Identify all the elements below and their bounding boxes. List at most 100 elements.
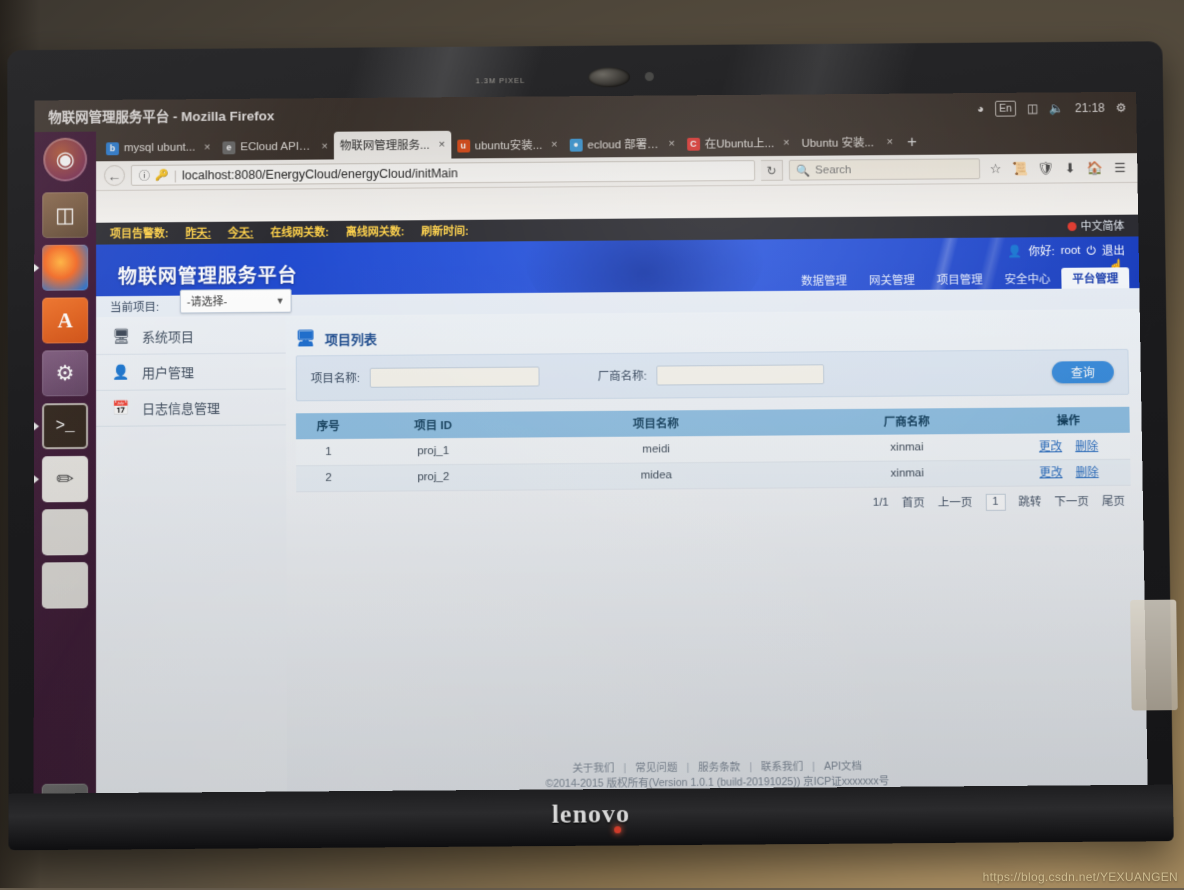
project-select-value: -请选择- [186, 296, 228, 309]
pagination: 1/1 首页 上一页 1 跳转 下一页 尾页 [296, 485, 1131, 516]
browser-tab-active[interactable]: 物联网管理服务... × [333, 130, 451, 160]
bookmark-star-icon[interactable]: ☆ [986, 159, 1005, 178]
library-icon[interactable]: 📜 [1011, 159, 1030, 178]
browser-tab[interactable]: ● ecloud 部署 -... × [563, 131, 681, 158]
menu-icon[interactable]: ☰ [1110, 158, 1129, 177]
alert-offline-gateways-label: 离线网关数: [345, 226, 405, 239]
nav-item-data-management[interactable]: 数据管理 [790, 269, 858, 290]
terminal-icon[interactable]: >_ [34, 402, 89, 450]
gear-icon[interactable]: ⚙ [1116, 101, 1127, 115]
first-page-button[interactable]: 首页 [902, 494, 925, 510]
browser-tab[interactable]: b mysql ubunt... × [100, 135, 216, 162]
logout-link[interactable]: 退出 [1102, 243, 1125, 259]
file-window-2-icon[interactable] [41, 562, 89, 609]
cell-operation: 更改 删除 [1007, 458, 1131, 486]
browser-tab[interactable]: Ubuntu 安装... × [795, 129, 899, 156]
query-button[interactable]: 查询 [1051, 361, 1114, 384]
last-page-button[interactable]: 尾页 [1102, 493, 1125, 509]
tab-favicon-icon: C [686, 137, 700, 151]
browser-tab[interactable]: u ubuntu安装... × [451, 132, 564, 159]
system-tools-icon[interactable]: ⚙ [42, 350, 89, 397]
greeting-label: 你好: [1028, 246, 1055, 259]
project-table: 序号 项目 ID 项目名称 厂商名称 操作 1 proj_1 meidi xin… [295, 406, 1131, 492]
tab-label: ecloud 部署 -... [587, 139, 660, 152]
user-box: 👤 你好: root ⏻ 退出 [1008, 243, 1125, 260]
amazon-icon[interactable]: A [42, 297, 89, 344]
reload-icon[interactable]: ↻ [760, 159, 784, 181]
username-label: root [1060, 244, 1081, 257]
jump-button[interactable]: 跳转 [1018, 493, 1041, 509]
footer-link-contact[interactable]: 联系我们 [761, 761, 803, 773]
footer-link-about[interactable]: 关于我们 [572, 762, 614, 774]
clock[interactable]: 21:18 [1075, 101, 1105, 115]
column-header-seq: 序号 [295, 412, 361, 440]
language-switcher[interactable]: 中文简体 [1067, 218, 1124, 234]
tab-favicon-icon: e [222, 140, 236, 154]
sidebar-item-user-management[interactable]: 👤 用户管理 [96, 353, 286, 391]
nav-item-platform-management[interactable]: 平台管理 [1061, 267, 1130, 289]
firefox-icon[interactable] [34, 244, 89, 291]
nav-item-security-center[interactable]: 安全中心 [993, 268, 1061, 289]
key-icon[interactable]: 🔑 [155, 166, 169, 185]
sidebar-item-label: 日志信息管理 [142, 400, 220, 417]
tab-close-icon[interactable]: × [665, 138, 676, 150]
delete-link[interactable]: 删除 [1076, 467, 1099, 479]
ubuntu-dash-icon[interactable]: ◉ [43, 137, 88, 182]
search-form: 项目名称: 厂商名称: 查询 [295, 348, 1130, 402]
browser-tab[interactable]: C 在Ubuntu上... × [681, 130, 796, 157]
footer-separator: | [812, 760, 816, 773]
edit-link[interactable]: 更改 [1039, 467, 1062, 479]
info-icon[interactable]: ⓘ [138, 166, 151, 185]
footer-separator: | [686, 761, 690, 774]
tab-close-icon[interactable]: × [547, 139, 557, 151]
tab-close-icon[interactable]: × [883, 136, 894, 148]
vendor-name-input[interactable] [656, 364, 825, 386]
window-title: 物联网管理服务平台 - Mozilla Firefox [48, 108, 275, 126]
column-header-vendor-name: 厂商名称 [806, 407, 1008, 436]
alert-today-label[interactable]: 今天: [228, 225, 254, 241]
back-icon[interactable]: ← [104, 165, 125, 187]
sidebar-item-system-project[interactable]: 🖥 系统项目 [96, 317, 286, 356]
edit-link[interactable]: 更改 [1039, 441, 1062, 453]
tab-close-icon[interactable]: × [200, 142, 210, 154]
download-icon[interactable]: ⬇ [1061, 159, 1080, 178]
power-icon[interactable]: ⏻ [1086, 243, 1096, 258]
footer-link-api-docs[interactable]: API文档 [824, 760, 862, 772]
new-tab-button[interactable]: + [899, 132, 925, 155]
cell-vendor: xinmai [806, 459, 1008, 488]
wifi-icon[interactable]: ◕ [977, 102, 984, 116]
nav-item-project-management[interactable]: 项目管理 [926, 268, 994, 289]
sidebar-item-log-management[interactable]: 📅 日志信息管理 [96, 389, 286, 427]
tab-close-icon[interactable]: × [779, 137, 790, 149]
cell-project-name: meidi [505, 435, 807, 464]
footer-link-faq[interactable]: 常见问题 [635, 762, 677, 774]
prev-page-button[interactable]: 上一页 [938, 494, 973, 510]
footer-link-terms[interactable]: 服务条款 [698, 761, 740, 773]
footer-separator: | [749, 761, 753, 774]
alert-yesterday-label[interactable]: 昨天: [185, 225, 211, 241]
home-icon[interactable]: 🏠 [1085, 158, 1104, 177]
column-header-operation: 操作 [1006, 406, 1130, 434]
keyboard-layout-indicator[interactable]: En [995, 100, 1017, 117]
browser-tab[interactable]: e ECloud API play... × [216, 134, 333, 161]
page-number-input[interactable]: 1 [985, 493, 1006, 511]
search-input[interactable] [815, 162, 974, 176]
project-name-input[interactable] [369, 366, 540, 388]
volume-icon[interactable]: 🔈 [1049, 101, 1064, 115]
battery-icon[interactable]: ◫ [1027, 101, 1038, 115]
laptop-screen: 物联网管理服务平台 - Mozilla Firefox ◕ En ◫ 🔈 21:… [33, 91, 1149, 841]
search-bar[interactable]: 🔍 [788, 158, 981, 181]
project-select[interactable]: -请选择- ▼ [179, 288, 292, 314]
cell-seq: 2 [296, 464, 361, 492]
files-icon[interactable]: ◫ [42, 192, 89, 239]
next-page-button[interactable]: 下一页 [1054, 493, 1089, 509]
cell-vendor: xinmai [806, 433, 1008, 462]
nav-item-gateway-management[interactable]: 网关管理 [858, 269, 926, 290]
tab-close-icon[interactable]: × [318, 141, 328, 153]
tab-close-icon[interactable]: × [434, 139, 444, 151]
shield-icon[interactable]: 🛡 [1036, 159, 1055, 178]
text-editor-icon[interactable]: ✏ [34, 455, 89, 503]
url-bar[interactable]: ⓘ 🔑 | localhost:8080/EnergyCloud/energyC… [130, 160, 756, 186]
delete-link[interactable]: 删除 [1075, 441, 1098, 453]
file-window-1-icon[interactable] [41, 508, 89, 556]
